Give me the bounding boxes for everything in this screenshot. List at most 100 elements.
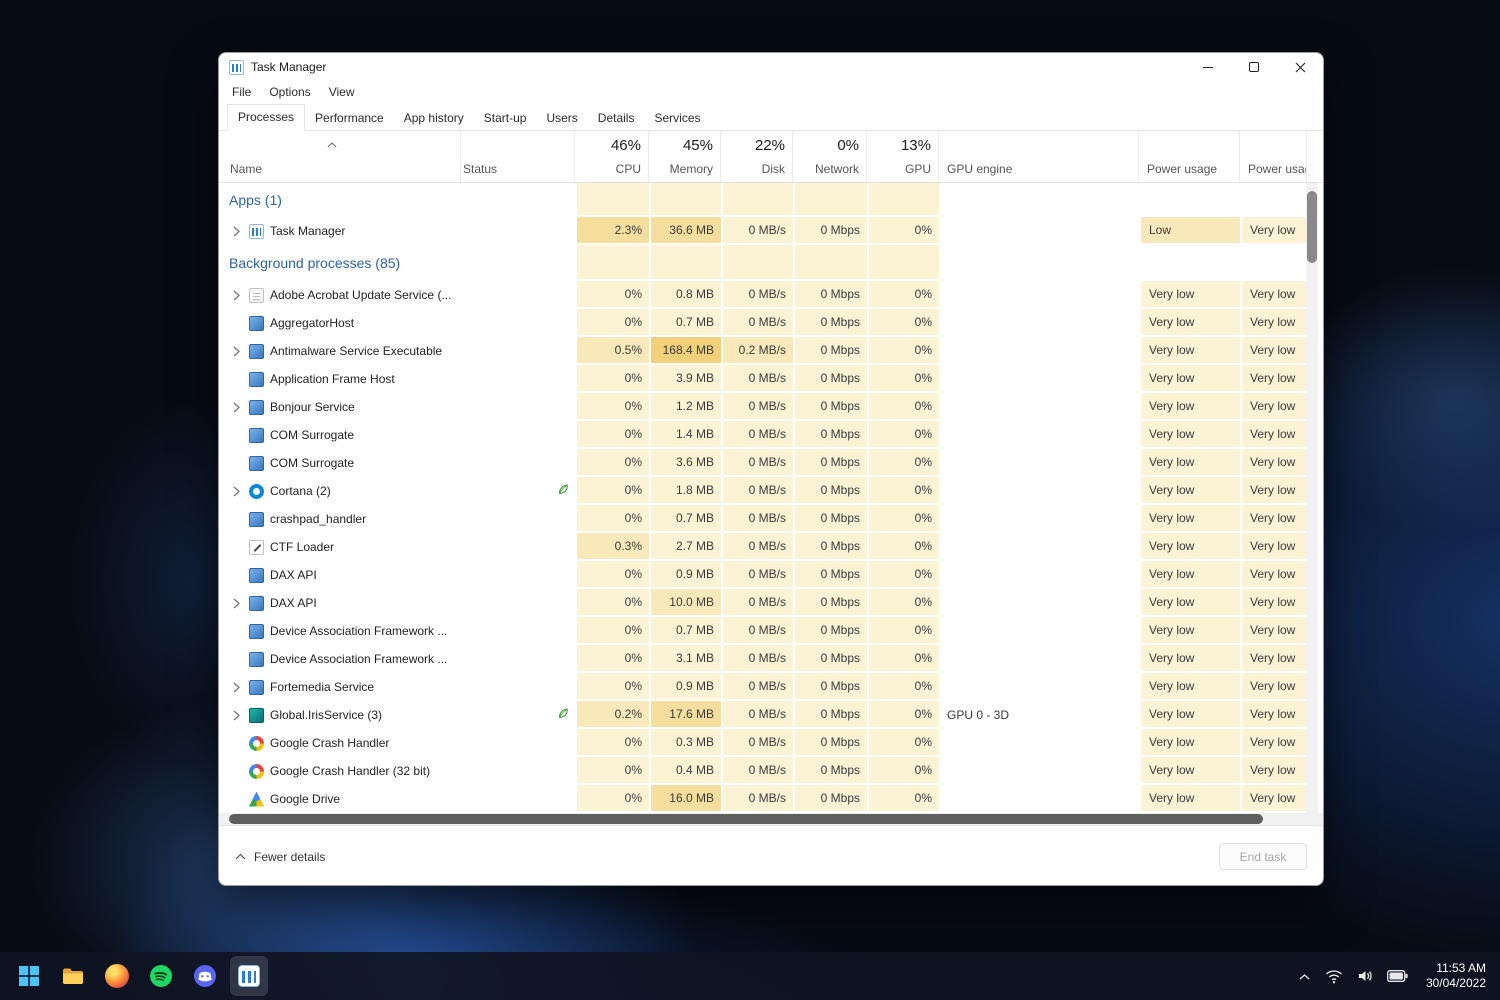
process-row[interactable]: Fortemedia Service0%0.9 MB0 MB/s0 Mbps0%… xyxy=(219,673,1323,701)
chevron-up-icon xyxy=(235,853,246,860)
cpu-cell xyxy=(575,183,649,217)
tab-services[interactable]: Services xyxy=(644,106,710,131)
column-header-memory[interactable]: 45% Memory xyxy=(649,131,721,182)
expand-chevron-icon[interactable] xyxy=(229,486,243,497)
tray-chevron-up-icon[interactable] xyxy=(1298,972,1311,981)
tab-users[interactable]: Users xyxy=(536,106,587,131)
minimize-button[interactable] xyxy=(1185,53,1231,81)
process-row[interactable]: Cortana (2)0%1.8 MB0 MB/s0 Mbps0%Very lo… xyxy=(219,477,1323,505)
mem-cell xyxy=(649,245,721,281)
process-name-cell: Application Frame Host xyxy=(219,365,461,393)
cpu-cell: 0% xyxy=(575,281,649,309)
battery-icon[interactable] xyxy=(1387,970,1408,982)
column-header-power-usage-trend[interactable]: Power usage tr xyxy=(1240,131,1307,182)
wifi-icon[interactable] xyxy=(1325,969,1343,984)
process-name-cell: Google Drive xyxy=(219,785,461,813)
taskbar-app-icons xyxy=(10,956,268,996)
cpu-cell: 0% xyxy=(575,393,649,421)
vertical-scrollbar[interactable] xyxy=(1306,183,1318,813)
expand-chevron-icon[interactable] xyxy=(229,290,243,301)
section-header-row[interactable]: Background processes (85) xyxy=(219,245,1323,281)
title-bar[interactable]: Task Manager xyxy=(219,53,1323,81)
process-name-cell: Bonjour Service xyxy=(219,393,461,421)
file-explorer-button[interactable] xyxy=(54,956,92,996)
volume-icon[interactable] xyxy=(1357,969,1373,983)
disk-cell: 0 MB/s xyxy=(721,281,793,309)
process-name: Adobe Acrobat Update Service (... xyxy=(270,288,451,302)
gpu-cell: 0% xyxy=(867,217,939,245)
expand-chevron-icon[interactable] xyxy=(229,402,243,413)
menu-view[interactable]: View xyxy=(320,85,364,99)
horizontal-scrollbar-thumb[interactable] xyxy=(229,814,1263,824)
process-row[interactable]: Device Association Framework ...0%3.1 MB… xyxy=(219,645,1323,673)
process-row[interactable]: Adobe Acrobat Update Service (...0%0.8 M… xyxy=(219,281,1323,309)
process-row[interactable]: CTF Loader0.3%2.7 MB0 MB/s0 Mbps0%Very l… xyxy=(219,533,1323,561)
process-row[interactable]: Global.IrisService (3)0.2%17.6 MB0 MB/s0… xyxy=(219,701,1323,729)
disk-cell: 0 MB/s xyxy=(721,393,793,421)
tab-processes[interactable]: Processes xyxy=(227,104,305,131)
column-header-gpu[interactable]: 13% GPU xyxy=(867,131,939,182)
disk-total-percent: 22% xyxy=(755,137,785,154)
process-name-cell: Antimalware Service Executable xyxy=(219,337,461,365)
process-name-cell: CTF Loader xyxy=(219,533,461,561)
power-usage-cell: Very low xyxy=(1139,449,1240,477)
expand-chevron-icon[interactable] xyxy=(229,598,243,609)
status-cell xyxy=(461,365,575,393)
memory-cell: 0.9 MB xyxy=(649,673,721,701)
tab-details[interactable]: Details xyxy=(588,106,645,131)
network-cell: 0 Mbps xyxy=(793,645,867,673)
column-header-network[interactable]: 0% Network xyxy=(793,131,867,182)
menu-file[interactable]: File xyxy=(223,85,260,99)
expand-chevron-icon[interactable] xyxy=(229,346,243,357)
end-task-button[interactable]: End task xyxy=(1219,843,1307,870)
maximize-button[interactable] xyxy=(1231,53,1277,81)
process-name: crashpad_handler xyxy=(270,512,366,526)
process-row[interactable]: AggregatorHost0%0.7 MB0 MB/s0 Mbps0%Very… xyxy=(219,309,1323,337)
process-row[interactable]: crashpad_handler0%0.7 MB0 MB/s0 Mbps0%Ve… xyxy=(219,505,1323,533)
process-row[interactable]: Task Manager2.3%36.6 MB0 MB/s0 Mbps0%Low… xyxy=(219,217,1323,245)
cpu-cell: 0% xyxy=(575,449,649,477)
process-row[interactable]: Google Crash Handler0%0.3 MB0 MB/s0 Mbps… xyxy=(219,729,1323,757)
column-header-status[interactable]: Status xyxy=(461,131,575,182)
tab-performance[interactable]: Performance xyxy=(305,106,394,131)
process-row[interactable]: Device Association Framework ...0%0.7 MB… xyxy=(219,617,1323,645)
expand-chevron-icon[interactable] xyxy=(229,226,243,237)
column-header-disk[interactable]: 22% Disk xyxy=(721,131,793,182)
process-row[interactable]: Google Crash Handler (32 bit)0%0.4 MB0 M… xyxy=(219,757,1323,785)
close-button[interactable] xyxy=(1277,53,1323,81)
process-row[interactable]: Application Frame Host0%3.9 MB0 MB/s0 Mb… xyxy=(219,365,1323,393)
tab-app-history[interactable]: App history xyxy=(394,106,474,131)
network-total-percent: 0% xyxy=(837,137,859,154)
column-header-gpu-engine[interactable]: GPU engine xyxy=(939,131,1139,182)
column-header-power-usage[interactable]: Power usage xyxy=(1139,131,1240,182)
network-cell: 0 Mbps xyxy=(793,757,867,785)
process-row[interactable]: DAX API0%0.9 MB0 MB/s0 Mbps0%Very lowVer… xyxy=(219,561,1323,589)
start-button[interactable] xyxy=(10,956,48,996)
spotify-icon xyxy=(149,964,173,988)
column-header-name[interactable]: Name xyxy=(219,131,461,182)
discord-button[interactable] xyxy=(186,956,224,996)
section-header-row[interactable]: Apps (1) xyxy=(219,183,1323,217)
task-manager-taskbar-button[interactable] xyxy=(230,956,268,996)
taskbar-clock[interactable]: 11:53 AM 30/04/2022 xyxy=(1426,961,1486,991)
process-name-cell: COM Surrogate xyxy=(219,449,461,477)
expand-chevron-icon[interactable] xyxy=(229,710,243,721)
process-name: Bonjour Service xyxy=(270,400,355,414)
process-row[interactable]: COM Surrogate0%1.4 MB0 MB/s0 Mbps0%Very … xyxy=(219,421,1323,449)
process-row[interactable]: Google Drive0%16.0 MB0 MB/s0 Mbps0%Very … xyxy=(219,785,1323,813)
column-header-cpu[interactable]: 46% CPU xyxy=(575,131,649,182)
fewer-details-toggle[interactable]: Fewer details xyxy=(235,850,325,864)
gpu-cell: 0% xyxy=(867,701,939,729)
firefox-button[interactable] xyxy=(98,956,136,996)
process-row[interactable]: DAX API0%10.0 MB0 MB/s0 Mbps0%Very lowVe… xyxy=(219,589,1323,617)
spotify-button[interactable] xyxy=(142,956,180,996)
power-usage-cell xyxy=(1139,245,1240,281)
tab-start-up[interactable]: Start-up xyxy=(474,106,537,131)
expand-chevron-icon[interactable] xyxy=(229,682,243,693)
process-row[interactable]: Bonjour Service0%1.2 MB0 MB/s0 Mbps0%Ver… xyxy=(219,393,1323,421)
vertical-scrollbar-thumb[interactable] xyxy=(1307,191,1317,263)
horizontal-scrollbar[interactable] xyxy=(219,813,1323,825)
process-row[interactable]: Antimalware Service Executable0.5%168.4 … xyxy=(219,337,1323,365)
menu-options[interactable]: Options xyxy=(260,85,319,99)
process-row[interactable]: COM Surrogate0%3.6 MB0 MB/s0 Mbps0%Very … xyxy=(219,449,1323,477)
